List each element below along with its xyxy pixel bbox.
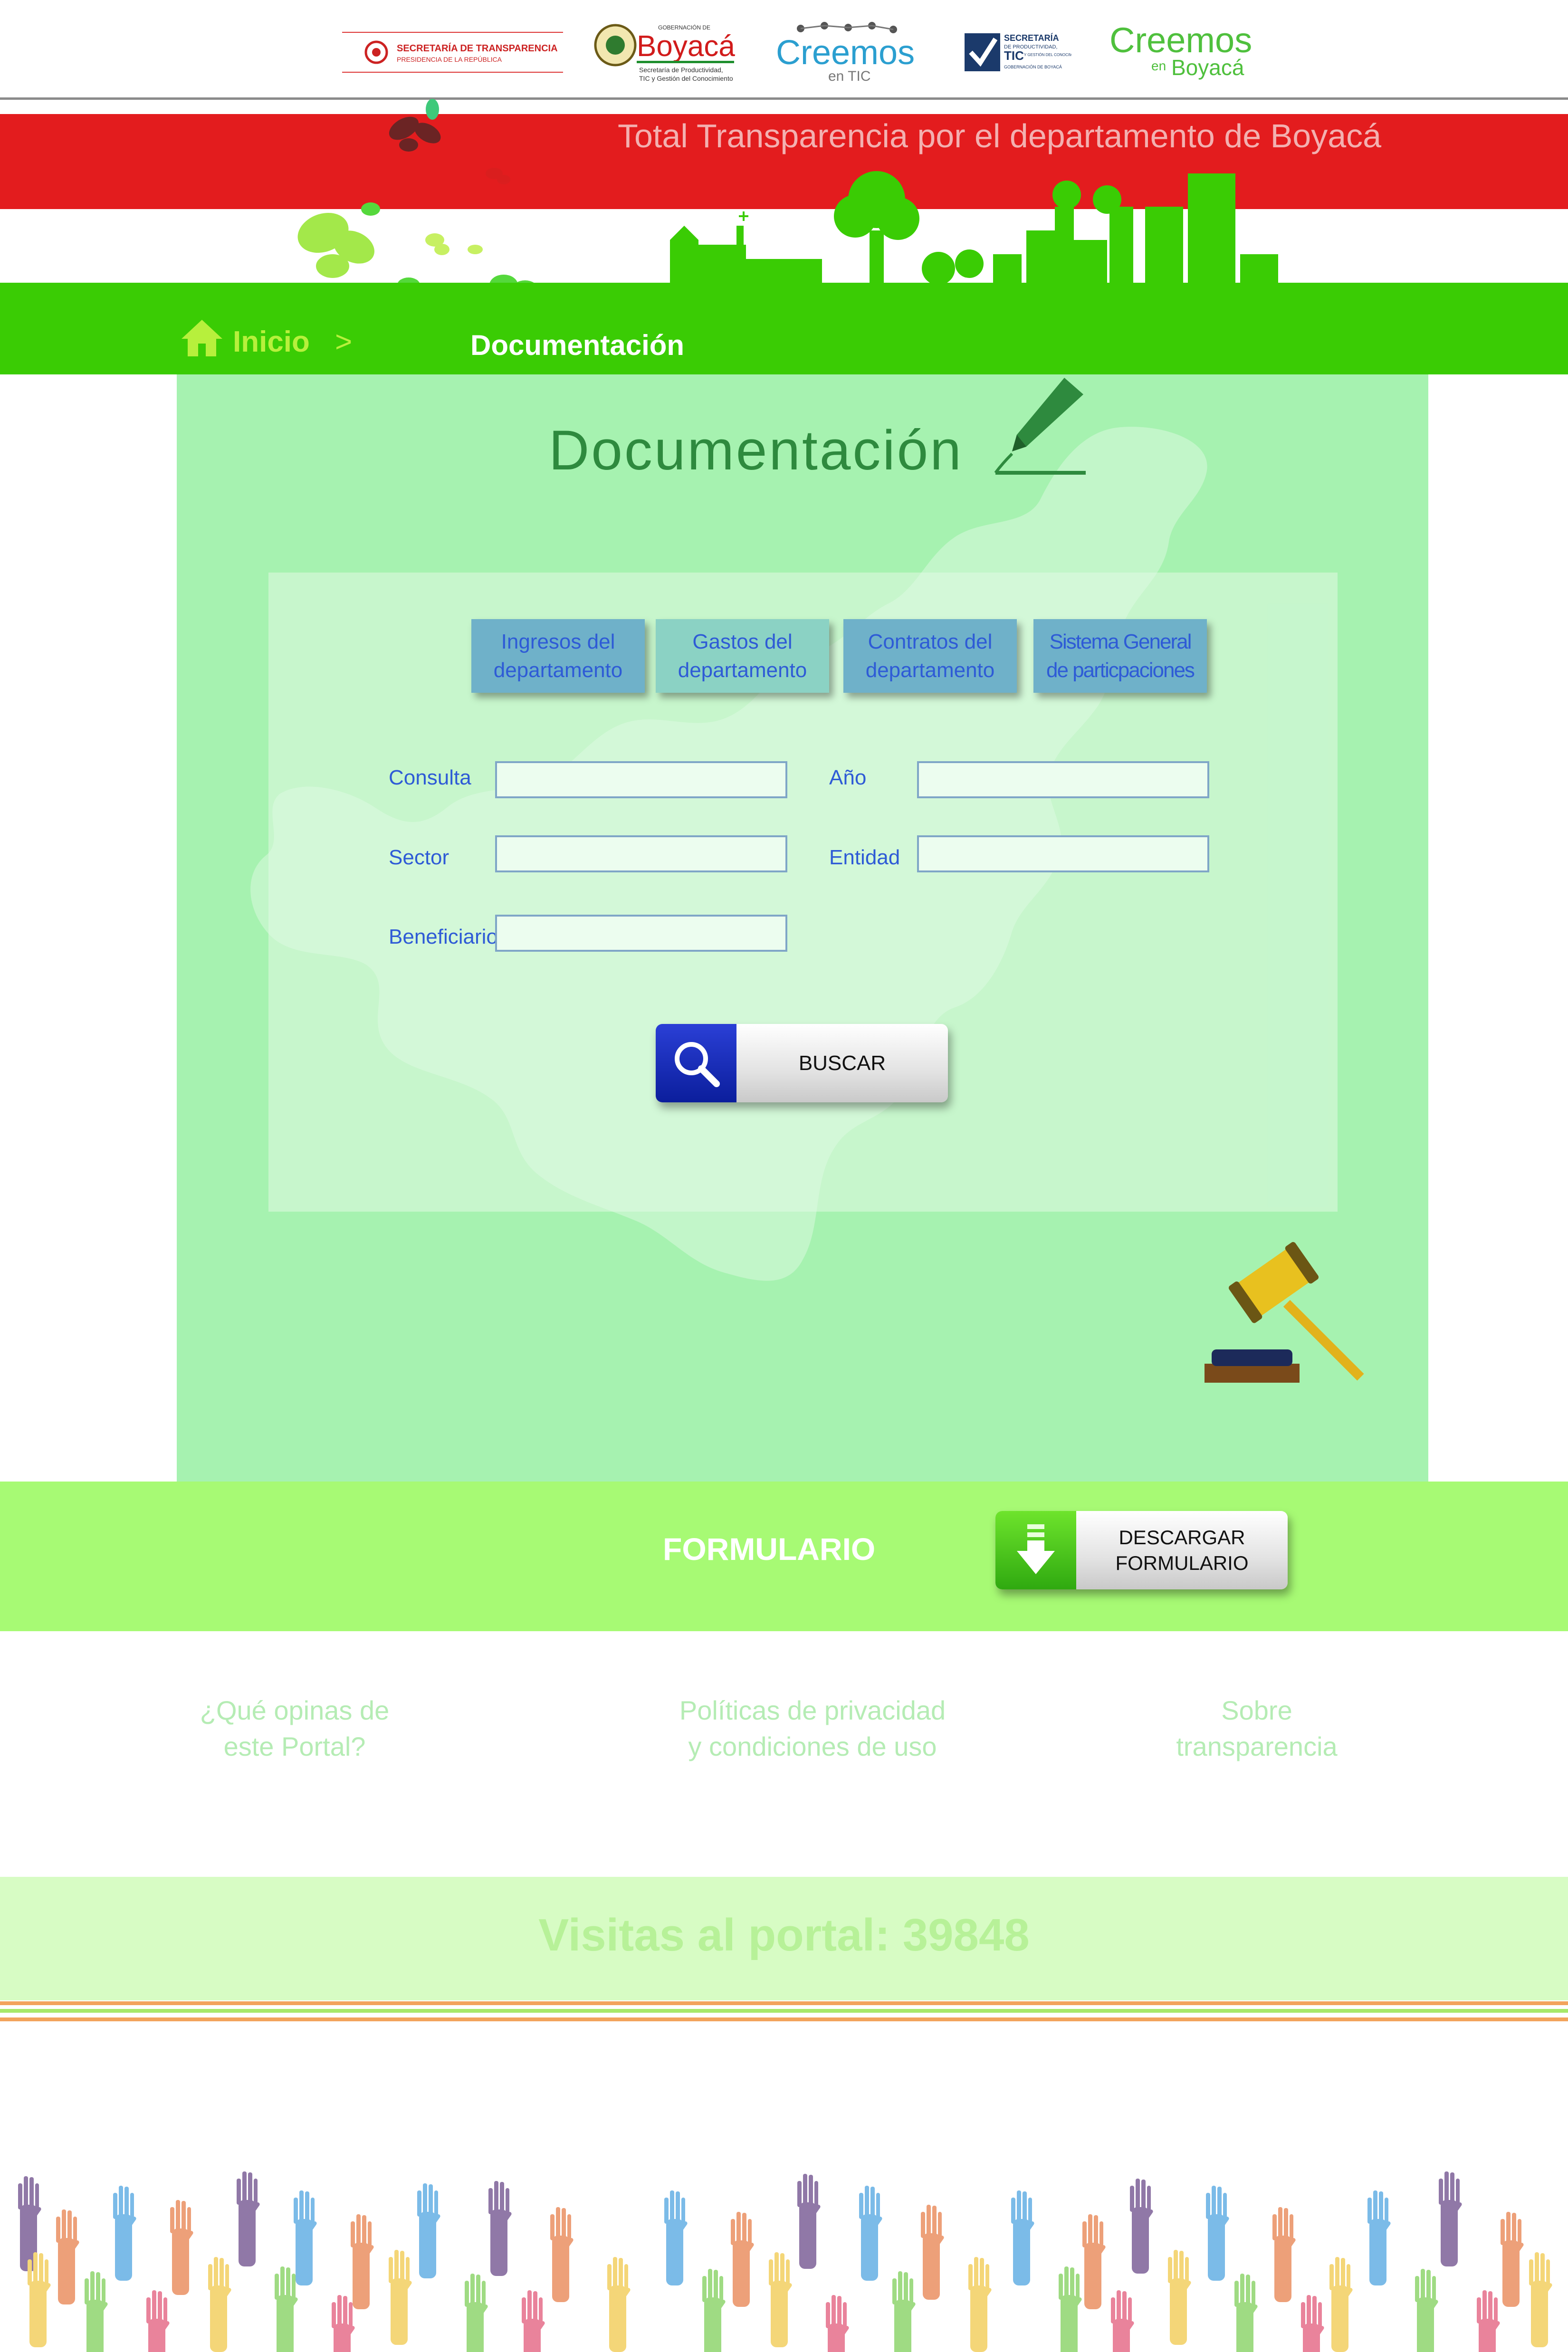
search-icon: [675, 1042, 720, 1087]
footer-link-privacidad-line1: Políticas de privacidad: [679, 1695, 946, 1725]
tab-sistema-line2: de particpaciones: [1046, 658, 1195, 682]
tab-ingresos-line1: Ingresos del: [501, 630, 615, 653]
header-divider: [0, 97, 1568, 100]
svg-text:en TIC: en TIC: [828, 68, 871, 84]
anio-input[interactable]: [917, 761, 1209, 798]
banner-tagline: Total Transparencia por el departamento …: [618, 117, 1382, 154]
city-skyline-decoration: [670, 171, 1278, 285]
tab-contratos[interactable]: Contratos del departamento: [843, 619, 1017, 693]
buscar-label: BUSCAR: [798, 1051, 886, 1075]
svg-text:Creemos: Creemos: [776, 34, 915, 72]
svg-text:Boyacá: Boyacá: [637, 30, 735, 63]
tab-sistema-line1: Sistema General: [1049, 630, 1192, 653]
consulta-input[interactable]: [495, 761, 787, 798]
logo-creemos-en-tic: Creemos en TIC: [772, 22, 915, 84]
raised-hands-decoration: [18, 2171, 1553, 2352]
beneficiario-label: Beneficiario: [389, 925, 498, 948]
breadcrumb-current: Documentación: [470, 329, 685, 361]
descargar-label: DESCARGAR FORMULARIO: [1076, 1511, 1288, 1589]
logo-creemos-en-boyaca: Creemos en Boyacá: [1105, 20, 1257, 81]
svg-text:GOBERNACIÓN DE BOYACÁ: GOBERNACIÓN DE BOYACÁ: [1004, 65, 1062, 69]
consulta-label: Consulta: [389, 766, 471, 789]
sector-label: Sector: [389, 846, 449, 869]
visits-counter: Visitas al portal: 39848: [538, 1910, 1030, 1960]
footer-link-transparencia[interactable]: Sobre transparencia: [1131, 1692, 1383, 1765]
download-arrow-icon: [1017, 1524, 1055, 1574]
entidad-label: Entidad: [829, 846, 900, 869]
formulario-label: FORMULARIO: [663, 1531, 876, 1567]
entidad-input[interactable]: [917, 835, 1209, 872]
tab-ingresos[interactable]: Ingresos del departamento: [471, 619, 645, 693]
svg-text:TIC y Gestión del Conocimiento: TIC y Gestión del Conocimiento: [639, 75, 733, 82]
tab-gastos-line2: departamento: [678, 658, 807, 682]
search-icon-box: [656, 1024, 736, 1102]
buscar-button[interactable]: BUSCAR: [656, 1024, 948, 1102]
footer-stripe-orange-2: [0, 2017, 1568, 2021]
footer-link-opinion-line1: ¿Qué opinas de: [200, 1695, 390, 1725]
descargar-formulario-button[interactable]: DESCARGAR FORMULARIO: [995, 1511, 1288, 1589]
descargar-line1: DESCARGAR: [1119, 1526, 1245, 1549]
footer-link-opinion-line2: este Portal?: [223, 1731, 366, 1761]
beneficiario-input[interactable]: [495, 915, 787, 952]
svg-text:SECRETARÍA DE TRANSPARENCIA: SECRETARÍA DE TRANSPARENCIA: [397, 43, 558, 54]
svg-text:Boyacá: Boyacá: [1171, 55, 1244, 80]
download-icon-box: [995, 1511, 1076, 1589]
tab-contratos-line1: Contratos del: [868, 630, 993, 653]
logo-gobernacion-boyaca: GOBERNACIÓN DE Boyacá Secretaría de Prod…: [592, 24, 739, 82]
descargar-line2: FORMULARIO: [1115, 1551, 1249, 1574]
footer-link-transparencia-line1: Sobre: [1221, 1695, 1292, 1725]
svg-text:Secretaría de Productividad,: Secretaría de Productividad,: [639, 66, 723, 74]
svg-text:TIC: TIC: [1004, 48, 1024, 63]
svg-text:Y GESTIÓN DEL CONOCIMIENTO: Y GESTIÓN DEL CONOCIMIENTO: [1024, 53, 1071, 57]
footer-link-privacidad[interactable]: Políticas de privacidad y condiciones de…: [639, 1692, 986, 1765]
footer-link-privacidad-line2: y condiciones de uso: [688, 1731, 937, 1761]
home-icon: [182, 320, 222, 356]
svg-text:en: en: [1151, 58, 1166, 73]
tab-gastos-line1: Gastos del: [692, 630, 793, 653]
tab-gastos[interactable]: Gastos del departamento: [656, 619, 829, 693]
fountain-pen-icon: [994, 378, 1086, 475]
page-title: Documentación: [549, 419, 963, 482]
svg-text:Creemos: Creemos: [1109, 20, 1252, 60]
sector-input[interactable]: [495, 835, 787, 872]
anio-label: Año: [829, 766, 867, 789]
breadcrumb-home-link[interactable]: [181, 317, 223, 360]
footer-stripe-orange: [0, 2001, 1568, 2005]
tab-sistema-general[interactable]: Sistema General de particpaciones: [1033, 619, 1207, 693]
tab-contratos-line2: departamento: [865, 658, 995, 682]
footer-stripe-green: [0, 2009, 1568, 2013]
logo-secretaria-tic: SECRETARÍA DE PRODUCTIVIDAD, TIC Y GESTI…: [962, 24, 1071, 81]
logo-secretaria-transparencia: SECRETARÍA DE TRANSPARENCIA PRESIDENCIA …: [342, 24, 563, 81]
footer-link-transparencia-line2: transparencia: [1176, 1731, 1338, 1761]
svg-text:PRESIDENCIA DE LA REPÚBLICA: PRESIDENCIA DE LA REPÚBLICA: [397, 56, 502, 63]
tab-ingresos-line2: departamento: [493, 658, 623, 682]
gavel-icon: [1205, 1242, 1364, 1383]
breadcrumb-separator: >: [335, 325, 353, 358]
svg-text:SECRETARÍA: SECRETARÍA: [1004, 33, 1059, 43]
footer-link-opinion[interactable]: ¿Qué opinas de este Portal?: [171, 1692, 418, 1765]
breadcrumb-home[interactable]: Inicio: [233, 325, 310, 359]
